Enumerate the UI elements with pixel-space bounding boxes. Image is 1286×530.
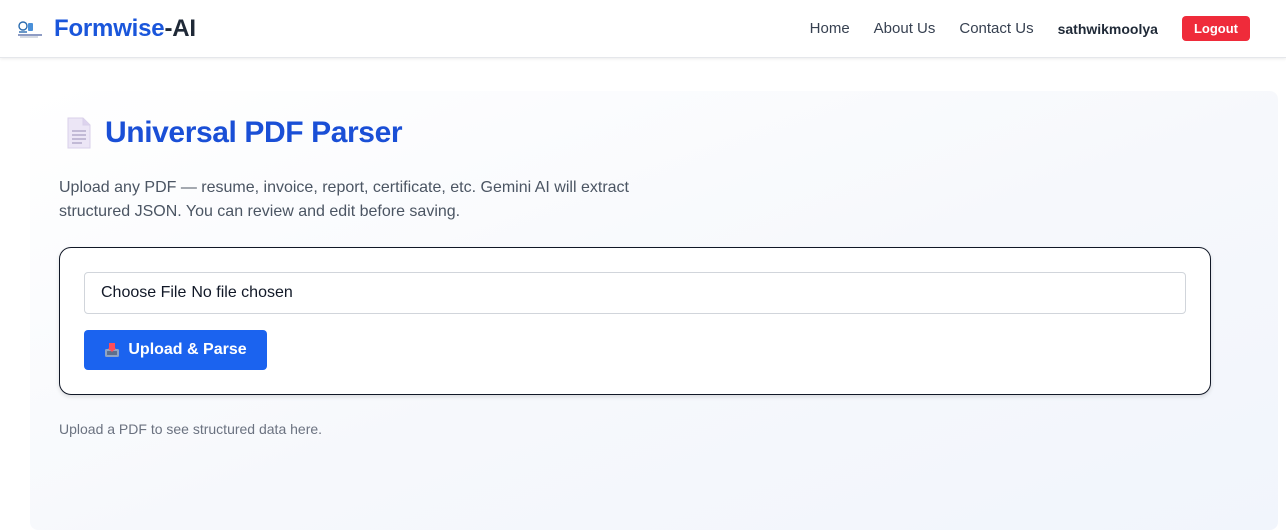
brand-name-accent: -AI (164, 14, 196, 42)
choose-file-button[interactable]: Choose File (101, 284, 186, 302)
page-title: Universal PDF Parser (105, 116, 403, 149)
inbox-tray-icon (104, 342, 120, 358)
empty-state-hint: Upload a PDF to see structured data here… (59, 421, 323, 437)
nav-link-about-us[interactable]: About Us (874, 20, 936, 37)
upload-card: Choose File No file chosen Upload & Pars… (59, 247, 1211, 395)
file-input[interactable]: Choose File No file chosen (84, 272, 1186, 314)
navbar: Formwise-AI Home About Us Contact Us sat… (0, 0, 1286, 58)
nav-links: Home About Us Contact Us sathwikmoolya L… (786, 16, 1270, 41)
brand-logo-icon (16, 19, 44, 39)
logout-button[interactable]: Logout (1181, 16, 1250, 41)
nav-link-contact-us[interactable]: Contact Us (959, 20, 1033, 37)
nav-link-home[interactable]: Home (810, 20, 850, 37)
file-status-text: No file chosen (191, 284, 293, 301)
brand-name-main: Formwise (54, 14, 165, 42)
upload-parse-label: Upload & Parse (128, 341, 247, 358)
brand-name: Formwise-AI (54, 15, 196, 43)
title-row: Universal PDF Parser (66, 116, 403, 150)
username-label: sathwikmoolya (1057, 20, 1158, 37)
brand-link[interactable]: Formwise-AI (16, 15, 196, 43)
page-description: Upload any PDF — resume, invoice, report… (59, 179, 629, 220)
document-icon (66, 117, 92, 149)
upload-parse-button[interactable]: Upload & Parse (84, 330, 267, 370)
